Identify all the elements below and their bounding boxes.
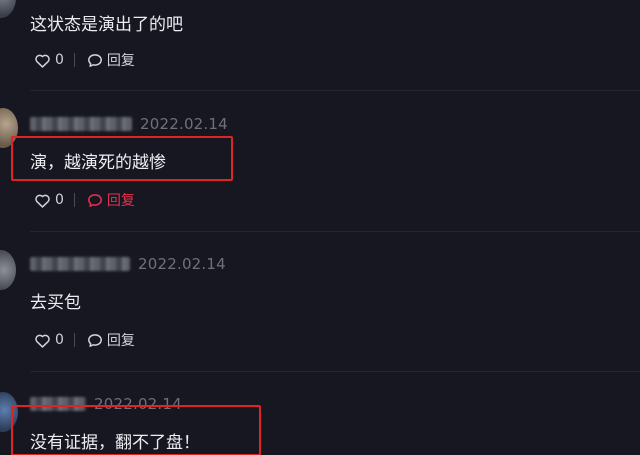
- comment-text: 去买包: [30, 293, 81, 313]
- comment-meta: 2022.02.14: [30, 254, 226, 274]
- avatar[interactable]: [0, 250, 16, 290]
- reply-label: 回复: [106, 53, 135, 69]
- heart-icon: [35, 334, 50, 348]
- like-button[interactable]: 0: [34, 192, 64, 208]
- divider: [73, 53, 75, 67]
- divider: [73, 193, 75, 207]
- divider: [30, 371, 640, 372]
- comment-bubble-icon: [87, 53, 102, 67]
- username-blurred[interactable]: [30, 117, 132, 131]
- comment-text: 没有证据，翻不了盘！: [30, 433, 200, 453]
- like-count: 0: [55, 52, 64, 68]
- heart-icon: [35, 54, 50, 68]
- comment-meta: 2022.02.14: [30, 394, 182, 414]
- comment-date: 2022.02.14: [94, 395, 182, 413]
- reply-button[interactable]: 回复: [87, 190, 135, 210]
- like-button[interactable]: 0: [34, 52, 64, 68]
- comment-bubble-icon: [87, 333, 102, 347]
- username-blurred[interactable]: [30, 397, 86, 411]
- heart-icon: [35, 194, 50, 208]
- like-count: 0: [55, 332, 64, 348]
- comment-list: 这状态是演出了的吧 0 回复 2022.02.14 演，越演死的越惨 0 回复: [0, 0, 640, 455]
- avatar[interactable]: [0, 0, 16, 18]
- like-button[interactable]: 0: [34, 332, 64, 348]
- comment-text: 演，越演死的越惨: [30, 153, 166, 173]
- divider: [30, 231, 640, 232]
- comment-meta: 2022.02.14: [30, 114, 228, 134]
- comment-text: 这状态是演出了的吧: [30, 15, 183, 35]
- reply-label: 回复: [106, 193, 135, 209]
- divider: [30, 90, 640, 91]
- comment-actions: 0 回复: [34, 330, 135, 350]
- username-blurred[interactable]: [30, 257, 130, 271]
- reply-button[interactable]: 回复: [87, 330, 135, 350]
- comment-actions: 0 回复: [34, 50, 135, 70]
- comment-date: 2022.02.14: [140, 115, 228, 133]
- reply-label: 回复: [106, 333, 135, 349]
- divider: [73, 333, 75, 347]
- comment-bubble-icon: [87, 193, 102, 207]
- reply-button[interactable]: 回复: [87, 50, 135, 70]
- comment-date: 2022.02.14: [138, 255, 226, 273]
- avatar[interactable]: [0, 108, 18, 148]
- avatar[interactable]: [0, 392, 18, 432]
- comment-actions: 0 回复: [34, 190, 135, 210]
- like-count: 0: [55, 192, 64, 208]
